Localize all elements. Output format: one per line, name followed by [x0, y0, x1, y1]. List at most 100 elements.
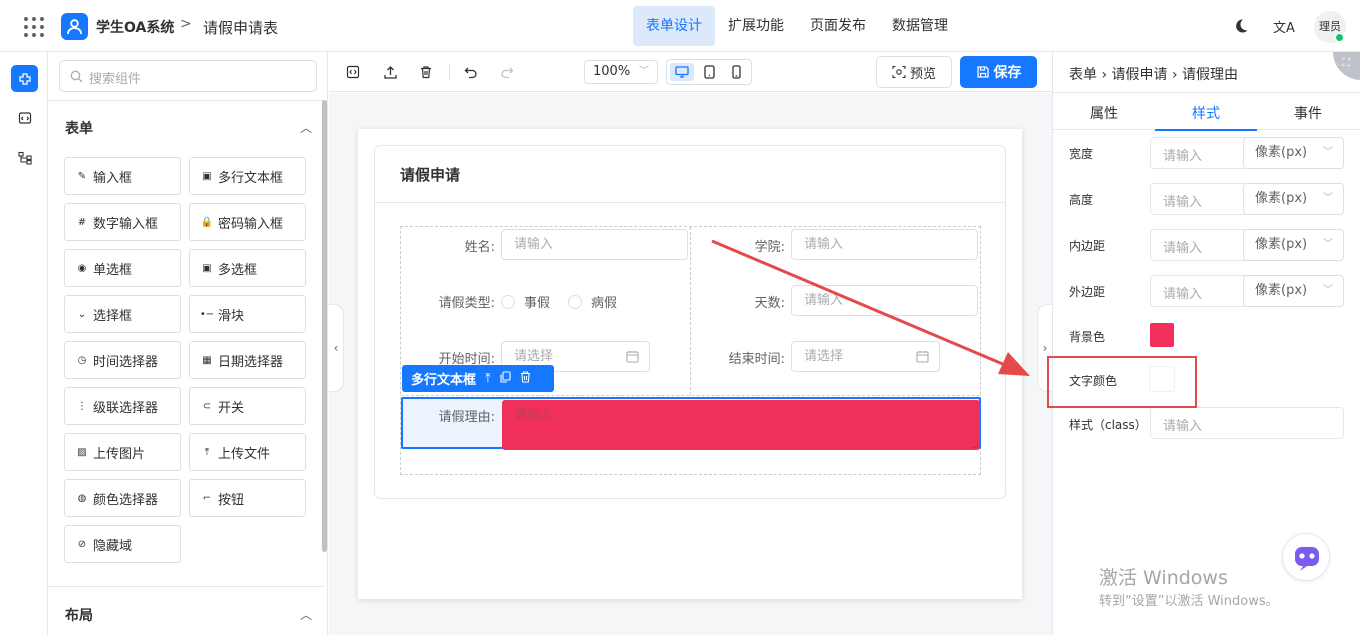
radio-personal-leave[interactable]: 事假 — [501, 292, 550, 311]
component-item-label: 输入框 — [93, 170, 133, 186]
style-prop-input[interactable]: 请输入 像素(px) ﹀ — [1150, 137, 1344, 169]
code-view-icon[interactable] — [345, 64, 361, 80]
delete-component-icon[interactable] — [520, 370, 531, 387]
chevron-down-icon: ﹀ — [639, 66, 649, 77]
calendar-icon: ▦ — [202, 354, 212, 366]
class-input[interactable]: 请输入 — [1150, 407, 1344, 439]
unit-select[interactable]: 像素(px) ﹀ — [1243, 137, 1344, 169]
move-up-icon[interactable]: ⤒ — [485, 371, 491, 386]
unit-value: 像素(px) — [1255, 237, 1308, 252]
palette-scrollbar[interactable] — [322, 100, 327, 552]
properties-tabs: 属性 样式 事件 — [1053, 92, 1360, 131]
radio-sick-leave[interactable]: 病假 — [568, 292, 617, 311]
tab-properties[interactable]: 属性 — [1053, 103, 1155, 123]
component-item[interactable]: ⌐ 按钮 — [189, 479, 306, 517]
style-prop-input[interactable]: 请输入 像素(px) ﹀ — [1150, 229, 1344, 261]
unit-select[interactable]: 像素(px) ﹀ — [1243, 183, 1344, 215]
component-item[interactable]: ⌄ 选择框 — [64, 295, 181, 333]
component-search-input[interactable]: 搜索组件 — [59, 60, 317, 92]
tab-events[interactable]: 事件 — [1257, 103, 1359, 123]
component-item[interactable]: •− 滑块 — [189, 295, 306, 333]
bg-color-swatch[interactable] — [1150, 323, 1174, 347]
mobile-icon[interactable] — [724, 63, 748, 81]
desktop-icon[interactable] — [670, 63, 694, 81]
component-item[interactable]: 🔒 密码输入框 — [189, 203, 306, 241]
unit-value: 像素(px) — [1255, 283, 1308, 298]
collapse-form-icon[interactable]: ︿ — [300, 119, 312, 136]
preview-button[interactable]: 预览 — [876, 56, 952, 88]
zoom-select[interactable]: 100% ﹀ — [584, 60, 658, 84]
component-item[interactable]: ▣ 多行文本框 — [189, 157, 306, 195]
app-grid-icon[interactable] — [24, 17, 44, 37]
assistant-bot-icon[interactable] — [1282, 533, 1330, 581]
components-icon[interactable] — [11, 65, 38, 92]
reason-field-selected[interactable]: 请假理由: 请输入 — [401, 397, 981, 450]
component-item[interactable]: # 数字输入框 — [64, 203, 181, 241]
slider-icon: •− — [199, 308, 215, 320]
component-item[interactable]: ◉ 单选框 — [64, 249, 181, 287]
name-input[interactable]: 请输入 — [501, 229, 688, 260]
nav-form-design[interactable]: 表单设计 — [633, 6, 715, 46]
code-icon[interactable] — [11, 104, 38, 131]
college-input[interactable]: 请输入 — [791, 229, 978, 260]
component-item[interactable]: ⤒ 上传文件 — [189, 433, 306, 471]
breadcrumb-item[interactable]: 表单 — [1069, 67, 1097, 83]
breadcrumb-item[interactable]: 请假理由 — [1182, 67, 1238, 83]
nav-extensions[interactable]: 扩展功能 — [715, 6, 797, 46]
clock-icon: ◷ — [77, 354, 87, 366]
chevron-down-icon: ﹀ — [1323, 193, 1333, 204]
style-prop-input[interactable]: 请输入 像素(px) ﹀ — [1150, 275, 1344, 307]
component-item[interactable]: ◷ 时间选择器 — [64, 341, 181, 379]
calendar-icon — [916, 351, 929, 363]
delete-icon[interactable] — [418, 64, 434, 80]
collapse-left-icon[interactable]: ‹ — [329, 304, 344, 392]
breadcrumb-item[interactable]: 请假申请 — [1112, 67, 1168, 83]
redo-icon[interactable] — [499, 64, 515, 80]
copy-icon[interactable] — [500, 370, 511, 387]
component-item-label: 日期选择器 — [218, 354, 284, 370]
unit-value: 像素(px) — [1255, 145, 1308, 160]
tablet-icon[interactable] — [697, 63, 721, 81]
app-name[interactable]: 学生OA系统 — [96, 17, 174, 37]
reason-textarea[interactable]: 请输入 — [502, 400, 980, 450]
unit-select[interactable]: 像素(px) ﹀ — [1243, 229, 1344, 261]
component-item[interactable]: ⊘ 隐藏域 — [64, 525, 181, 563]
translate-icon[interactable]: 文A — [1273, 17, 1295, 36]
end-time-picker[interactable]: 请选择 — [791, 341, 940, 372]
nav-data-management[interactable]: 数据管理 — [879, 6, 961, 46]
component-item[interactable]: ◍ 颜色选择器 — [64, 479, 181, 517]
component-item[interactable]: ▦ 日期选择器 — [189, 341, 306, 379]
windows-activation-title: 激活 Windows — [1099, 567, 1228, 589]
eye-off-icon: ⊘ — [77, 538, 87, 550]
style-prop-label: 高度 — [1069, 193, 1094, 207]
unit-select[interactable]: 像素(px) ﹀ — [1243, 275, 1344, 307]
collapse-layout-icon[interactable]: ︿ — [300, 606, 312, 623]
section-title-layout[interactable]: 布局 — [65, 605, 93, 625]
resize-handle[interactable] — [972, 442, 978, 448]
component-item-label: 开关 — [218, 400, 245, 416]
undo-icon[interactable] — [463, 64, 479, 80]
save-button[interactable]: 保存 — [960, 56, 1037, 88]
component-item[interactable]: ▣ 多选框 — [189, 249, 306, 287]
days-input[interactable]: 请输入 — [791, 285, 978, 316]
fullscreen-icon[interactable]: ⛶ — [1333, 52, 1360, 80]
tab-style[interactable]: 样式 — [1155, 103, 1257, 123]
end-time-label: 结束时间: — [728, 352, 785, 367]
preview-label: 预览 — [909, 66, 936, 82]
dark-mode-icon[interactable] — [1233, 18, 1249, 38]
import-icon[interactable] — [382, 64, 398, 80]
number-icon: # — [77, 216, 87, 228]
component-item[interactable]: ⊂ 开关 — [189, 387, 306, 425]
divider — [375, 202, 1005, 203]
nav-page-publish[interactable]: 页面发布 — [797, 6, 879, 46]
style-prop-input[interactable]: 请输入 像素(px) ﹀ — [1150, 183, 1344, 215]
bg-color-label: 背景色 — [1069, 330, 1106, 344]
name-placeholder: 请输入 — [514, 237, 554, 252]
component-item-label: 密码输入框 — [218, 216, 284, 232]
component-item[interactable]: ▨ 上传图片 — [64, 433, 181, 471]
structure-tree-icon[interactable] — [11, 144, 38, 171]
component-item[interactable]: ✎ 输入框 — [64, 157, 181, 195]
section-title-form[interactable]: 表单 — [65, 118, 93, 138]
form-title: 请假申请 — [400, 166, 461, 184]
component-item[interactable]: ⋮ 级联选择器 — [64, 387, 181, 425]
